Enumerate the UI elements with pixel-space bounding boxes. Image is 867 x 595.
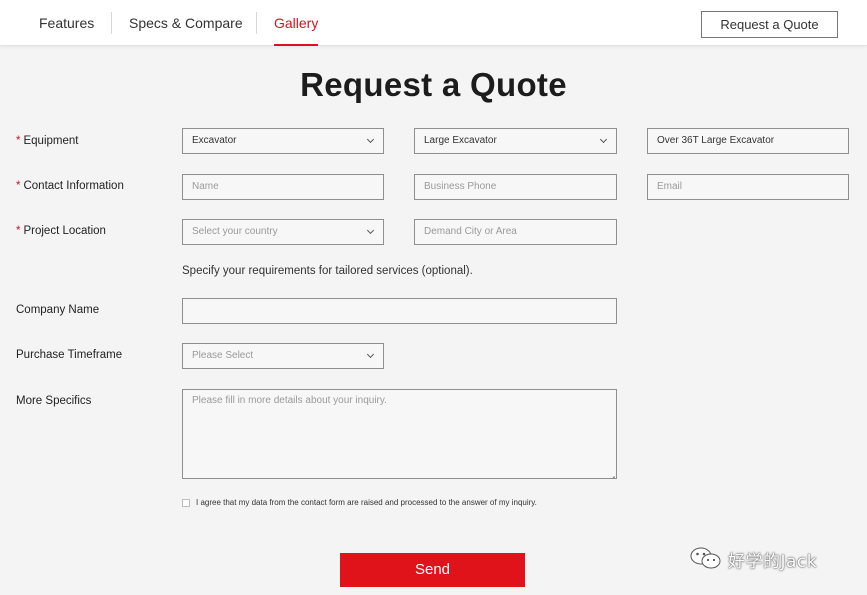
required-marker: * — [16, 180, 21, 192]
tab-divider — [256, 12, 257, 34]
country-select[interactable]: Select your country — [182, 219, 384, 245]
city-area-input[interactable]: Demand City or Area — [414, 219, 617, 245]
required-marker: * — [16, 225, 21, 237]
equipment-label: * Equipment — [16, 135, 79, 147]
top-navigation: Features Specs & Compare Gallery Request… — [0, 0, 867, 46]
tab-divider — [111, 12, 112, 34]
tab-gallery[interactable]: Gallery — [274, 0, 319, 46]
business-phone-input[interactable]: Business Phone — [414, 174, 617, 200]
equipment-size-select[interactable]: Large Excavator — [414, 128, 617, 154]
watermark-text: 好学的Jack — [728, 552, 818, 572]
project-location-label: * Project Location — [16, 225, 106, 237]
company-name-label: Company Name — [16, 304, 100, 316]
wechat-icon — [690, 547, 721, 569]
tab-specs-compare[interactable]: Specs & Compare — [129, 0, 243, 46]
required-marker: * — [16, 135, 21, 147]
equipment-type-select[interactable]: Excavator — [182, 128, 384, 154]
purchase-timeframe-label: Purchase Timeframe — [16, 349, 123, 361]
resize-handle-icon[interactable] — [608, 470, 615, 477]
equipment-model-field[interactable]: Over 36T Large Excavator — [647, 128, 849, 154]
page-title: Request a Quote — [300, 66, 567, 103]
send-button[interactable]: Send — [340, 553, 525, 587]
watermark: 好学的Jack — [688, 545, 848, 572]
more-specifics-textarea[interactable]: Please fill in more details about your i… — [182, 389, 617, 479]
contact-information-label: * Contact Information — [16, 180, 124, 192]
tab-features[interactable]: Features — [39, 0, 94, 46]
optional-note: Specify your requirements for tailored s… — [182, 265, 473, 277]
company-name-input[interactable] — [182, 298, 617, 324]
more-specifics-label: More Specifics — [16, 395, 92, 407]
name-input[interactable]: Name — [182, 174, 384, 200]
email-input[interactable]: Email — [647, 174, 849, 200]
consent-text: I agree that my data from the contact fo… — [196, 498, 537, 507]
textarea-placeholder: Please fill in more details about your i… — [192, 395, 387, 406]
consent-checkbox[interactable] — [182, 499, 190, 507]
request-quote-button[interactable]: Request a Quote — [701, 11, 838, 38]
purchase-timeframe-select[interactable]: Please Select — [182, 343, 384, 369]
